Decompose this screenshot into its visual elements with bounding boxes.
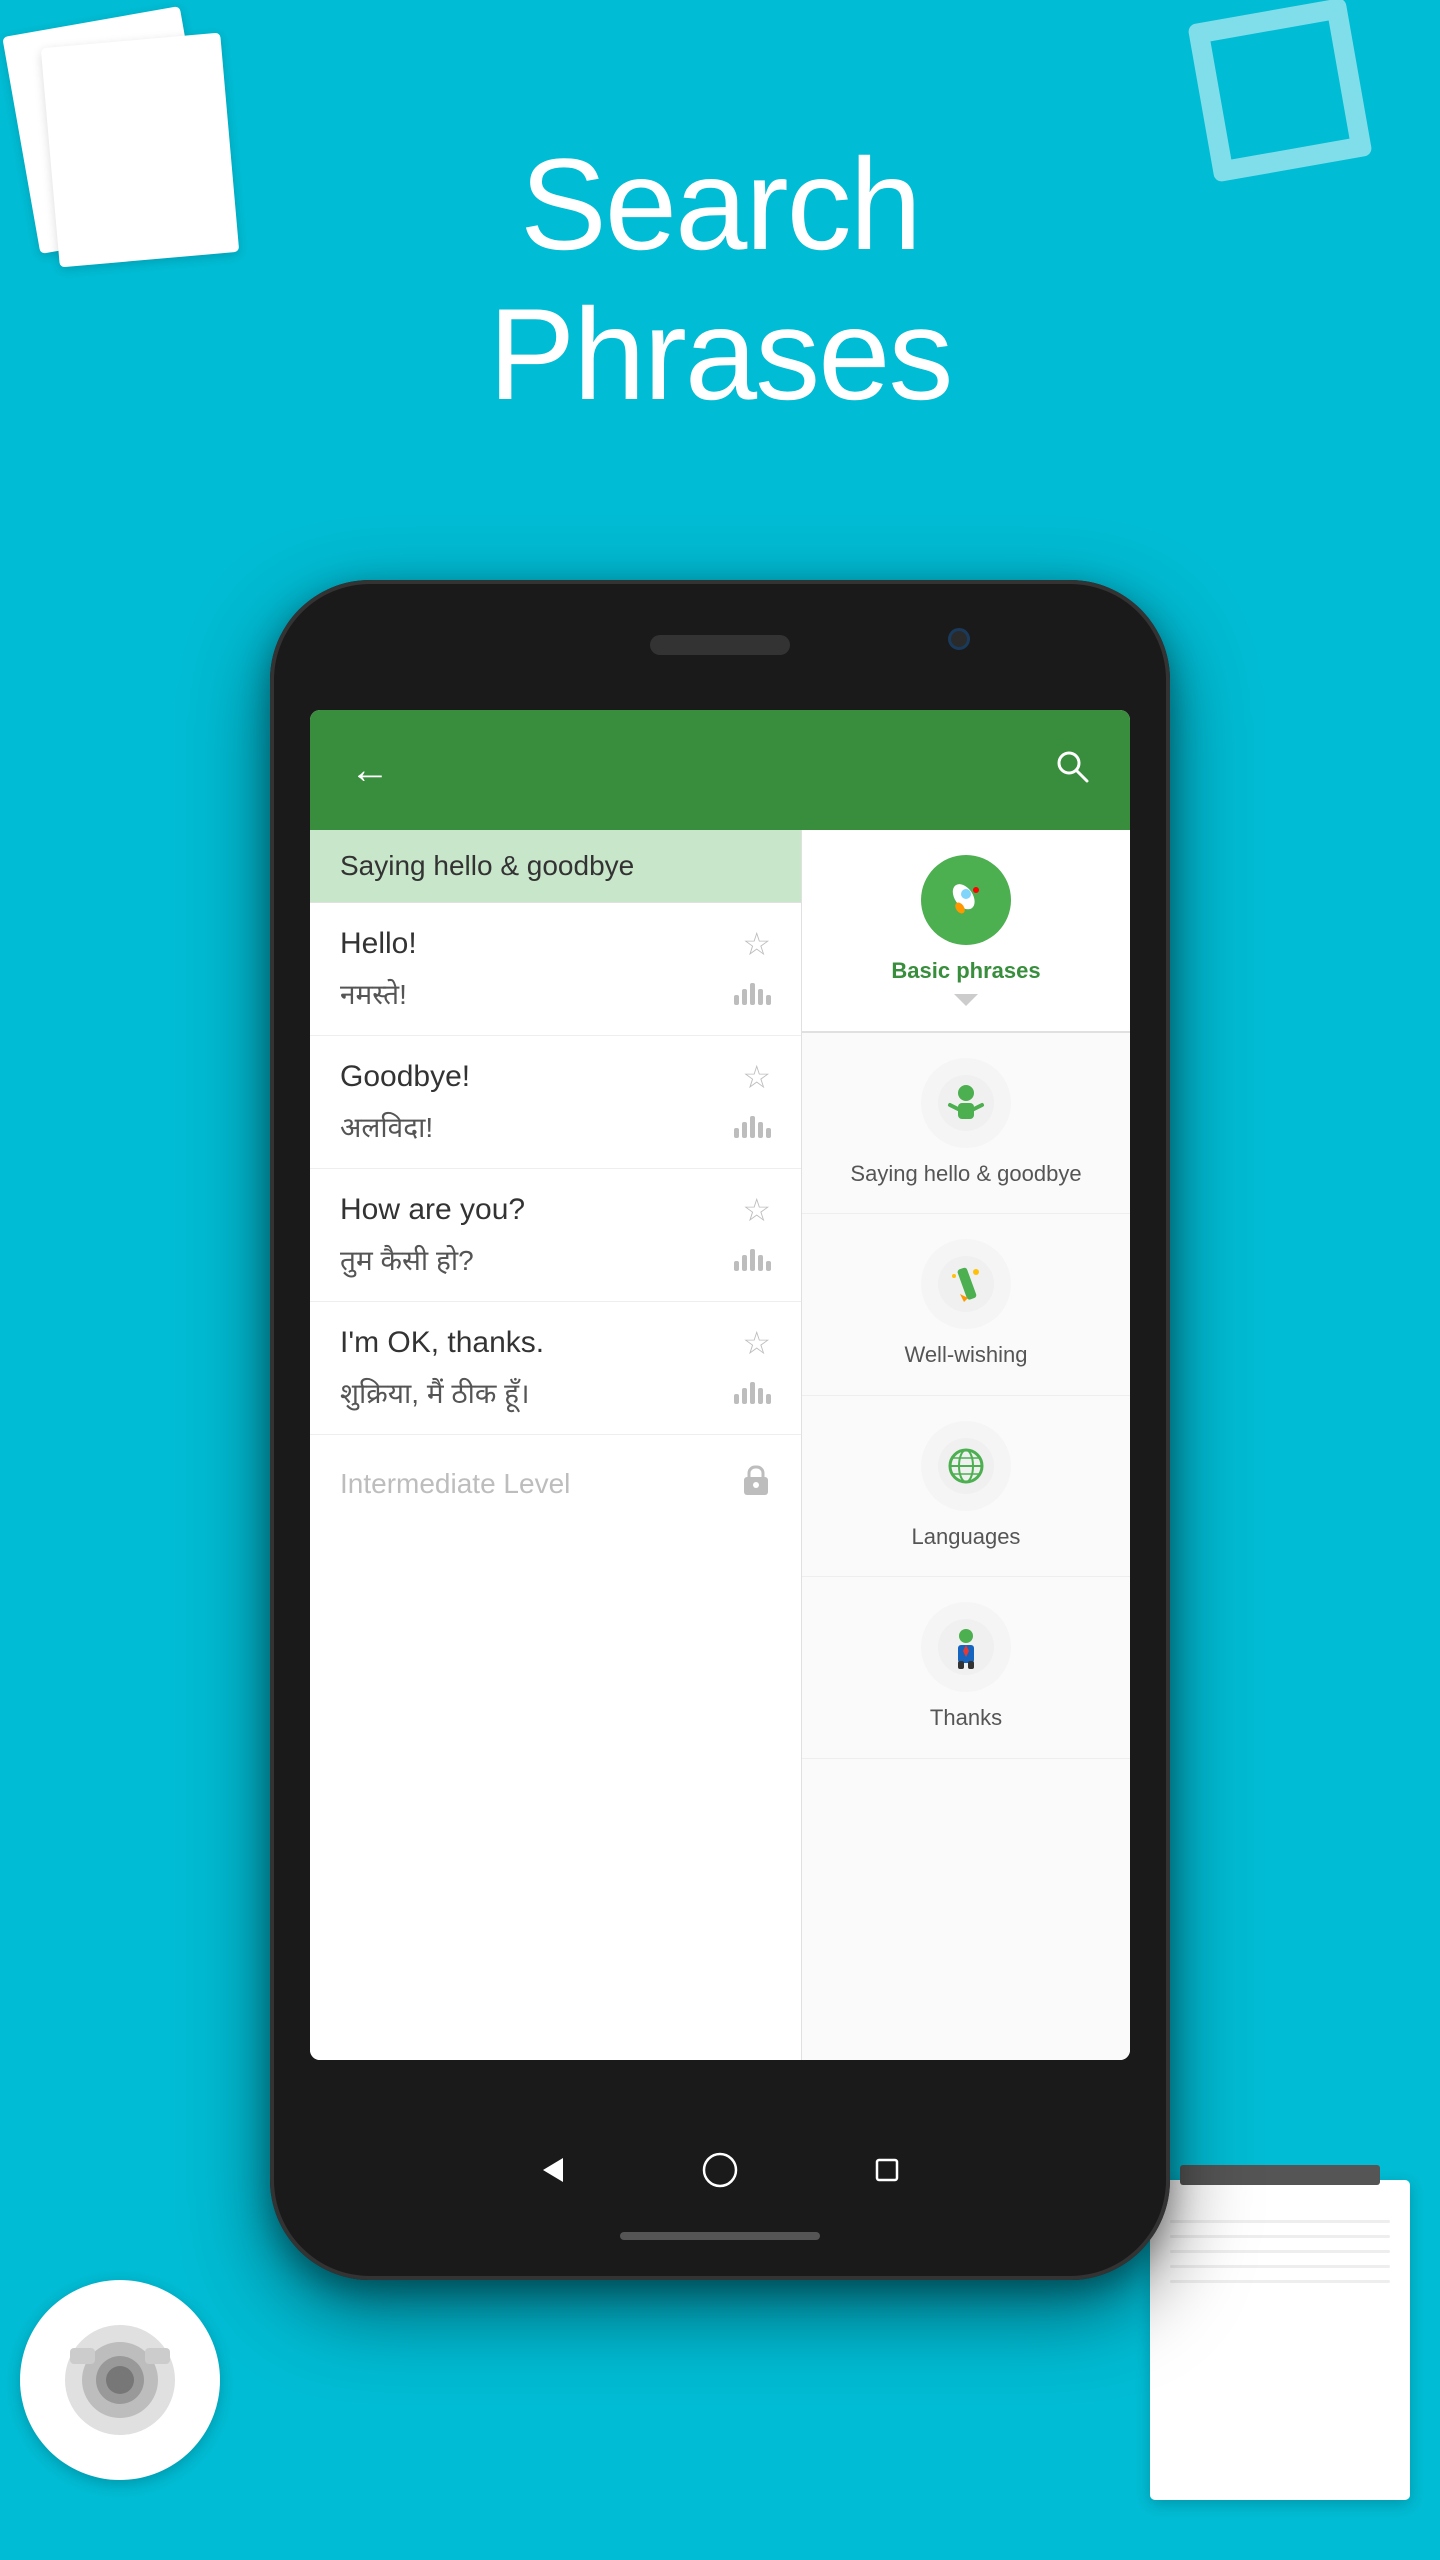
phrase-hi-goodbye: अलविदा! [340,1108,433,1146]
heading-line1: Search [520,131,920,277]
category-list-panel: Basic phrases [802,830,1130,2060]
locked-intermediate: Intermediate Level [310,1435,801,1532]
star-imok[interactable]: ☆ [742,1324,771,1362]
category-well-wishing[interactable]: Well-wishing [802,1214,1130,1396]
phrase-en-goodbye: Goodbye! [340,1060,470,1094]
locked-label: Intermediate Level [340,1468,570,1500]
category-label-wellwishing: Well-wishing [904,1341,1027,1370]
camera-decoration [20,2280,220,2480]
phrase-section-header: Saying hello & goodbye [310,830,801,903]
phone-screen: ← Saying hello & goodbye [310,710,1130,2060]
phone-speaker [650,635,790,655]
phrase-item-goodbye[interactable]: Goodbye! ☆ अलविदा! [310,1036,801,1169]
app-header: ← [310,710,1130,830]
category-saying-hello[interactable]: Saying hello & goodbye [802,1033,1130,1215]
phrase-list-panel: Saying hello & goodbye Hello! ☆ नमस्ते! [310,830,802,2060]
category-icon-hello [921,1058,1011,1148]
category-thanks[interactable]: Thanks [802,1577,1130,1759]
phone-shell: ← Saying hello & goodbye [270,580,1170,2280]
category-label-basic: Basic phrases [891,957,1040,986]
phrase-item-hello[interactable]: Hello! ☆ नमस्ते! [310,903,801,1036]
phone-nav-bar [470,2140,970,2200]
audio-goodbye[interactable] [734,1116,771,1138]
app-body: Saying hello & goodbye Hello! ☆ नमस्ते! [310,830,1130,2060]
phrase-en-imok: I'm OK, thanks. [340,1326,544,1360]
category-label-thanks: Thanks [930,1704,1002,1733]
phone-bottom-bar [620,2232,820,2240]
app-container: ← Saying hello & goodbye [310,710,1130,2060]
category-label-languages: Languages [912,1523,1021,1552]
nav-recents-button[interactable] [857,2140,917,2200]
audio-hello[interactable] [734,983,771,1005]
nav-home-button[interactable] [690,2140,750,2200]
category-basic-phrases[interactable]: Basic phrases [802,830,1130,1033]
star-howareyou[interactable]: ☆ [742,1191,771,1229]
lock-icon [741,1463,771,1504]
audio-imok[interactable] [734,1382,771,1404]
phrase-hi-howareyou: तुम कैसी हो? [340,1241,474,1279]
search-button[interactable] [1054,748,1090,793]
star-hello[interactable]: ☆ [742,925,771,963]
phrase-item-how-are-you[interactable]: How are you? ☆ तुम कैसी हो? [310,1169,801,1302]
category-languages[interactable]: Languages [802,1396,1130,1578]
category-icon-thanks [921,1602,1011,1692]
phrase-en-hello: Hello! [340,927,417,961]
phrase-hi-hello: नमस्ते! [340,975,407,1013]
category-icon-languages [921,1421,1011,1511]
main-heading: Search Phrases [0,130,1440,429]
star-goodbye[interactable]: ☆ [742,1058,771,1096]
phrase-en-howareyou: How are you? [340,1193,525,1227]
audio-howareyou[interactable] [734,1249,771,1271]
category-label-hello: Saying hello & goodbye [850,1160,1081,1189]
back-button[interactable]: ← [350,748,390,793]
phrase-item-im-ok[interactable]: I'm OK, thanks. ☆ शुक्रिया, मैं ठीक हूँ। [310,1302,801,1435]
phrase-hi-imok: शुक्रिया, मैं ठीक हूँ। [340,1374,530,1412]
nav-back-button[interactable] [523,2140,583,2200]
category-icon-wellwishing [921,1239,1011,1329]
phone-device: ← Saying hello & goodbye [270,580,1170,2280]
heading-line2: Phrases [489,281,952,427]
notebook-decoration [1150,2180,1410,2500]
phone-camera-dot [948,628,970,650]
category-icon-basic [921,855,1011,945]
